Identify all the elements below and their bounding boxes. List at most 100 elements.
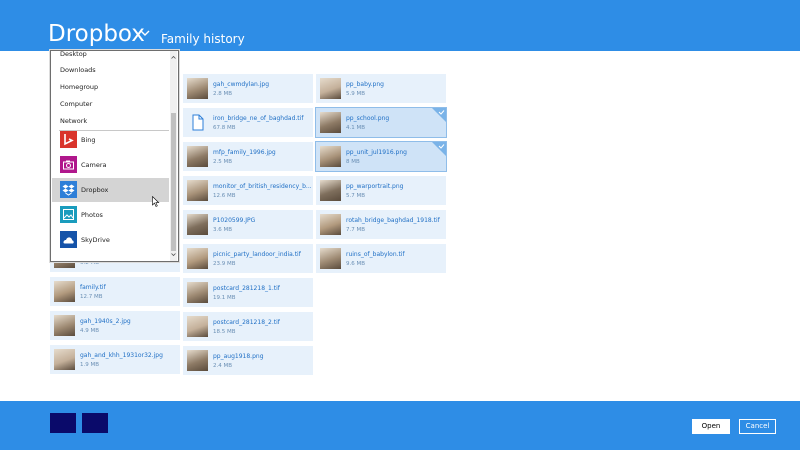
- photo-thumbnail: [320, 180, 341, 201]
- file-tile[interactable]: gah_1940s_2.jpg 4.9 MB: [50, 311, 180, 340]
- dropbox-icon: [60, 181, 77, 198]
- file-name: pp_unit_jul1916.png: [346, 149, 407, 156]
- open-button[interactable]: Open: [692, 419, 730, 434]
- photo-thumbnail: [187, 282, 208, 303]
- file-name: monitor_of_british_residency_b...: [213, 183, 312, 190]
- location-item-network[interactable]: Network: [51, 116, 169, 128]
- file-size: 1.9 MB: [80, 362, 100, 368]
- file-name: postcard_281218_1.tif: [213, 285, 280, 292]
- app-item-bing[interactable]: Bing: [52, 128, 169, 152]
- app-item-skydrive[interactable]: SkyDrive: [52, 228, 169, 252]
- location-item-computer[interactable]: Computer: [51, 99, 169, 111]
- file-tile[interactable]: postcard_281218_1.tif 19.1 MB: [183, 278, 313, 307]
- checkmark-icon: [432, 108, 446, 122]
- file-size: 3.6 MB: [213, 227, 233, 233]
- file-name: ruins_of_babylon.tif: [346, 251, 405, 258]
- file-tile[interactable]: gah_cwmdylan.jpg 2.8 MB: [183, 74, 313, 103]
- file-name: picnic_party_landoor_india.tif: [213, 251, 301, 258]
- file-tile[interactable]: P1020599.JPG 3.6 MB: [183, 210, 313, 239]
- photo-thumbnail: [187, 316, 208, 337]
- scroll-down-icon[interactable]: [171, 252, 176, 257]
- photo-thumbnail: [187, 78, 208, 99]
- app-label: Bing: [81, 136, 96, 144]
- file-name: mfp_family_1996.jpg: [213, 149, 276, 156]
- location-label: Desktop: [60, 50, 87, 58]
- photo-thumbnail: [54, 349, 75, 370]
- location-title[interactable]: Dropbox: [48, 20, 145, 48]
- folder-title: Family history: [161, 32, 245, 46]
- photo-thumbnail: [187, 214, 208, 235]
- photo-thumbnail: [187, 146, 208, 167]
- dropdown-scrollbar[interactable]: [170, 51, 177, 261]
- file-size: 12.7 MB: [80, 294, 103, 300]
- mouse-cursor-icon: [152, 196, 160, 207]
- camera-icon: [60, 156, 77, 173]
- file-tile[interactable]: monitor_of_british_residency_b... 12.6 MB: [183, 176, 313, 205]
- photo-thumbnail: [320, 146, 341, 167]
- checkmark-icon: [432, 142, 446, 156]
- file-size: 18.5 MB: [213, 329, 236, 335]
- file-name: family.tif: [80, 284, 106, 291]
- file-tile[interactable]: pp_baby.png 5.9 MB: [316, 74, 446, 103]
- app-label: SkyDrive: [81, 236, 110, 244]
- file-tile[interactable]: iron_bridge_ne_of_baghdad.tif 67.8 MB: [183, 108, 313, 137]
- photo-thumbnail: [187, 180, 208, 201]
- photo-thumbnail: [54, 315, 75, 336]
- file-size: 23.9 MB: [213, 261, 236, 267]
- file-size: 19.1 MB: [213, 295, 236, 301]
- location-label: Network: [60, 117, 88, 125]
- file-tile[interactable]: mfp_family_1996.jpg 2.5 MB: [183, 142, 313, 171]
- file-tile[interactable]: family.tif 12.7 MB: [50, 277, 180, 306]
- scroll-up-icon[interactable]: [171, 55, 176, 60]
- chevron-down-icon[interactable]: [138, 29, 152, 39]
- document-icon: [187, 112, 208, 133]
- location-label: Downloads: [60, 66, 96, 74]
- file-tile[interactable]: postcard_281218_2.tif 18.5 MB: [183, 312, 313, 341]
- selection-thumbnail[interactable]: [82, 413, 108, 433]
- app-label: Dropbox: [81, 186, 109, 194]
- file-size: 2.8 MB: [213, 91, 233, 97]
- photo-thumbnail: [320, 248, 341, 269]
- file-name: pp_school.png: [346, 115, 390, 122]
- file-tile[interactable]: gah_and_khh_1931or32.jpg 1.9 MB: [50, 345, 180, 374]
- app-item-camera[interactable]: Camera: [52, 153, 169, 177]
- cancel-button[interactable]: Cancel: [739, 419, 776, 434]
- file-name: rotah_bridge_baghdad_1918.tif: [346, 217, 440, 224]
- file-size: 8 MB: [346, 159, 360, 165]
- file-size: 4.1 MB: [346, 125, 366, 131]
- file-name: postcard_281218_2.tif: [213, 319, 280, 326]
- photo-thumbnail: [320, 214, 341, 235]
- file-tile[interactable]: rotah_bridge_baghdad_1918.tif 7.7 MB: [316, 210, 446, 239]
- bing-icon: [60, 131, 77, 148]
- file-tile[interactable]: pp_warportrait.png 5.7 MB: [316, 176, 446, 205]
- skydrive-icon: [60, 231, 77, 248]
- file-size: 2.5 MB: [213, 159, 233, 165]
- location-item-desktop[interactable]: Desktop: [51, 50, 169, 61]
- file-name: gah_1940s_2.jpg: [80, 318, 131, 325]
- file-size: 5.7 MB: [346, 193, 366, 199]
- file-size: 7.7 MB: [346, 227, 366, 233]
- photo-thumbnail: [320, 112, 341, 133]
- location-item-downloads[interactable]: Downloads: [51, 65, 169, 77]
- file-size: 67.8 MB: [213, 125, 236, 131]
- file-tile[interactable]: pp_school.png 4.1 MB: [315, 107, 447, 138]
- file-name: gah_and_khh_1931or32.jpg: [80, 352, 163, 359]
- file-name: P1020599.JPG: [213, 217, 256, 224]
- location-label: Homegroup: [60, 83, 99, 91]
- location-item-homegroup[interactable]: Homegroup: [51, 82, 169, 94]
- file-size: 12.6 MB: [213, 193, 236, 199]
- file-name: gah_cwmdylan.jpg: [213, 81, 270, 88]
- file-size: 4.9 MB: [80, 328, 100, 334]
- photo-thumbnail: [54, 281, 75, 302]
- file-name: pp_baby.png: [346, 81, 384, 88]
- photo-thumbnail: [320, 78, 341, 99]
- selection-thumbnail[interactable]: [50, 413, 76, 433]
- file-tile[interactable]: pp_unit_jul1916.png 8 MB: [315, 141, 447, 172]
- app-label: Photos: [81, 211, 103, 219]
- file-size: 5.9 MB: [346, 91, 366, 97]
- file-tile[interactable]: picnic_party_landoor_india.tif 23.9 MB: [183, 244, 313, 273]
- file-tile[interactable]: ruins_of_babylon.tif 9.6 MB: [316, 244, 446, 273]
- scroll-thumb[interactable]: [171, 113, 176, 251]
- file-tile[interactable]: pp_aug1918.png 2.4 MB: [183, 346, 313, 375]
- file-name: pp_warportrait.png: [346, 183, 404, 190]
